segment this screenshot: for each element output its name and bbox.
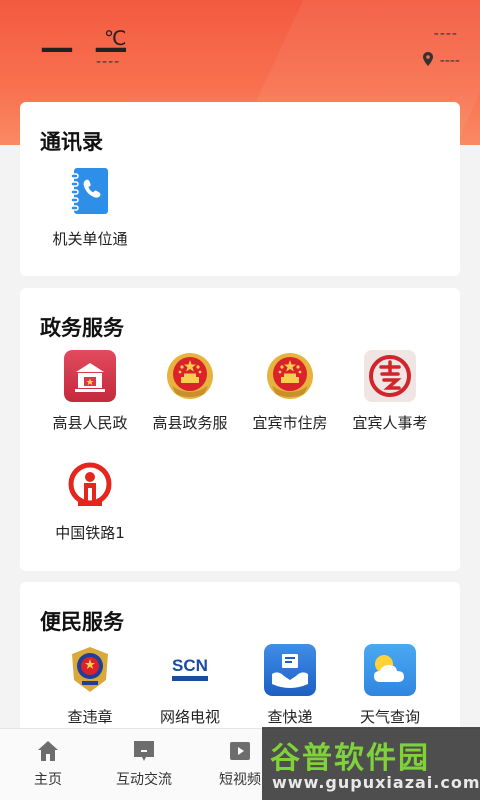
gov-services-title: 政务服务	[40, 316, 124, 340]
weather-icon	[364, 644, 416, 696]
express-delivery-icon	[264, 644, 316, 696]
scn-logo-text: SCN	[172, 656, 208, 675]
contacts-title: 通讯录	[40, 130, 103, 154]
phone-book-icon	[64, 166, 116, 218]
app-label: 天气查询	[359, 708, 420, 726]
app-yibin-renshikao[interactable]: 宜宾人事考	[340, 350, 440, 433]
convenience-services-card: 便民服务 查违章 SCN 网络电视 查快递 天气查询	[20, 582, 460, 732]
scn-logo-icon: SCN	[164, 644, 216, 696]
app-label: 查快递	[267, 708, 313, 726]
seal-stamp-icon	[364, 350, 416, 402]
government-building-icon	[64, 350, 116, 402]
watermark-overlay: 谷普软件园 www.gupuxiazai.com	[262, 727, 480, 800]
home-icon	[38, 741, 58, 761]
app-gaoxian-zhengwufu[interactable]: 高县政务服	[140, 350, 240, 433]
weather-text: ----	[96, 54, 121, 70]
location-row[interactable]: ----	[422, 52, 460, 70]
app-wangluo-dianshi[interactable]: SCN 网络电视	[140, 644, 240, 727]
app-label: 查违章	[67, 708, 113, 726]
app-label: 宜宾人事考	[352, 414, 428, 432]
app-zhongguo-tielu[interactable]: 中国铁路1	[40, 460, 140, 543]
police-emblem-icon	[64, 644, 116, 696]
video-icon	[230, 742, 250, 760]
app-label: 中国铁路1	[55, 524, 125, 542]
app-label: 宜宾市住房	[252, 414, 328, 432]
national-emblem-icon	[164, 350, 216, 402]
watermark-url: www.gupuxiazai.com	[272, 773, 480, 792]
tab-home[interactable]: 主页	[0, 729, 96, 800]
location-pin-icon	[422, 52, 434, 70]
tab-interaction[interactable]: 互动交流	[96, 729, 192, 800]
app-tianqi-chaxun[interactable]: 天气查询	[340, 644, 440, 727]
app-cha-kuaidi[interactable]: 查快递	[240, 644, 340, 727]
app-label: 高县政务服	[152, 414, 228, 432]
app-jiguan-danweitong[interactable]: 机关单位通	[40, 166, 140, 249]
watermark-text: 谷普软件园	[270, 741, 430, 776]
convenience-services-title: 便民服务	[40, 610, 124, 634]
app-cha-weizhang[interactable]: 查违章	[40, 644, 140, 727]
date-text: ----	[433, 26, 458, 42]
app-label: 高县人民政	[52, 414, 128, 432]
national-emblem-icon	[264, 350, 316, 402]
app-gaoxian-renminzheng[interactable]: 高县人民政	[40, 350, 140, 433]
chat-icon	[134, 741, 154, 761]
tab-label: 互动交流	[116, 772, 172, 788]
app-label: 机关单位通	[52, 230, 128, 248]
railway-logo-icon	[64, 460, 116, 512]
location-text: ----	[439, 53, 460, 69]
gov-services-card: 政务服务 高县人民政 高县政务服 宜宾市住房 宜宾人事考 中国铁路1	[20, 288, 460, 571]
app-yibin-zhufang[interactable]: 宜宾市住房	[240, 350, 340, 433]
temperature-unit: ℃	[104, 26, 127, 50]
app-label: 网络电视	[159, 708, 220, 726]
tab-label: 主页	[34, 772, 62, 788]
contacts-card: 通讯录 机关单位通	[20, 102, 460, 276]
